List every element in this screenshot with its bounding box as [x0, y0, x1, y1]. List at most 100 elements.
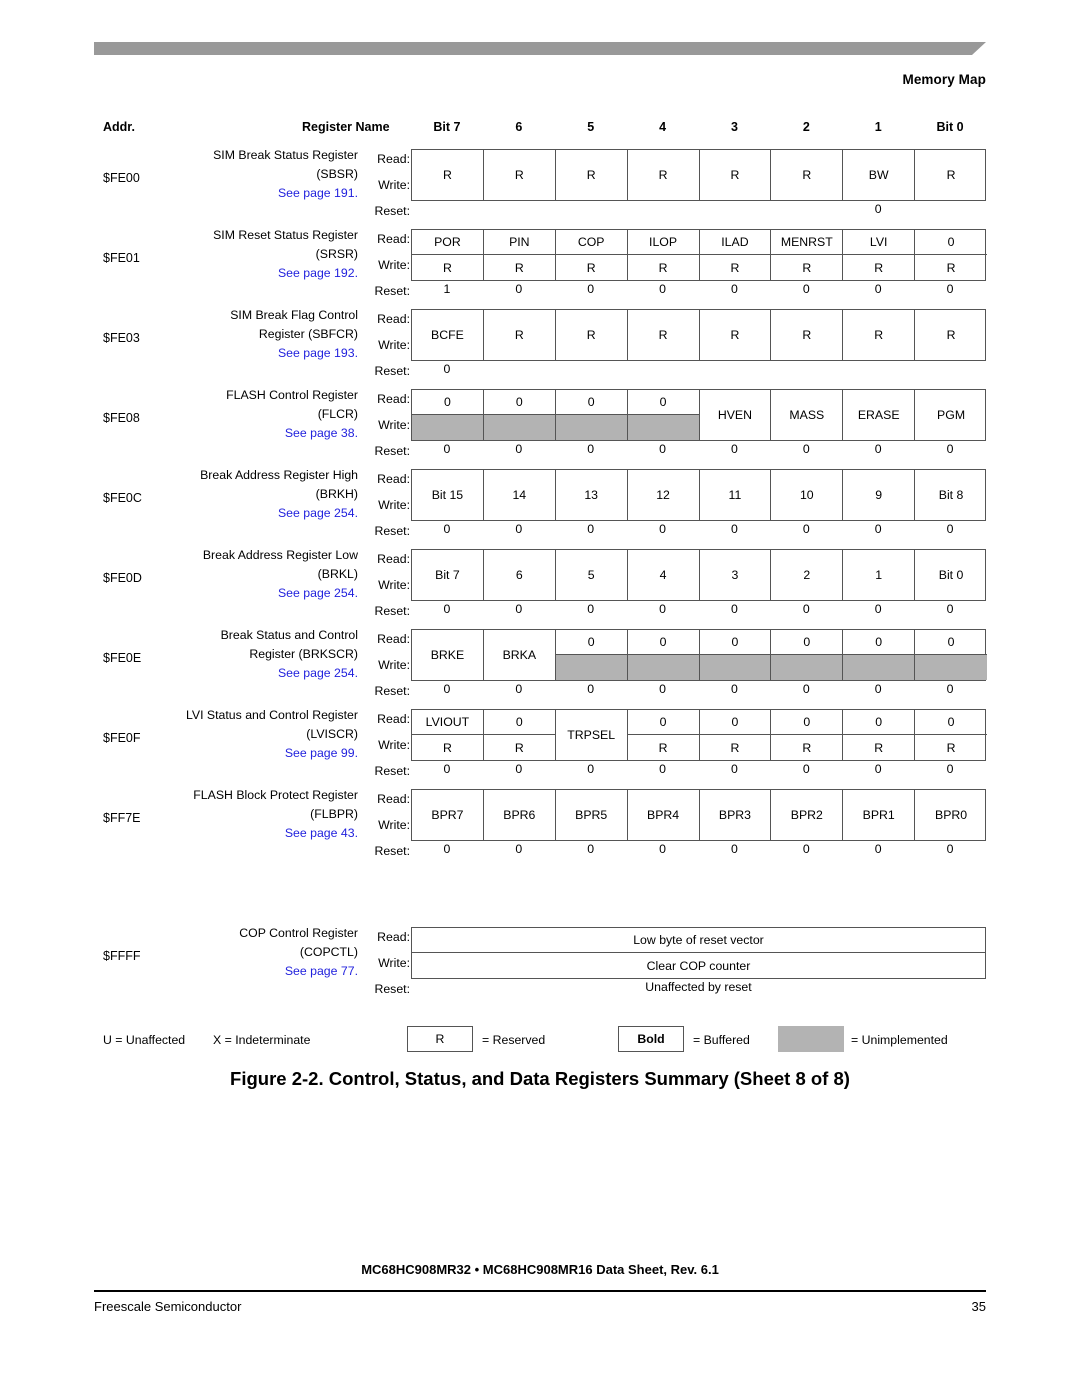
see-page-link[interactable]: See page 193. — [174, 344, 358, 363]
bit-cell: 0 — [627, 630, 700, 680]
bit-cell: 13 — [556, 470, 628, 520]
read-value: POR — [412, 230, 483, 255]
bit-cell: R — [915, 150, 987, 200]
reset-values: 0 0 0 0 0 0 0 0 — [411, 842, 986, 862]
see-page-link[interactable]: See page 192. — [174, 264, 358, 283]
bit-value: 4 — [659, 568, 667, 582]
reset-value: 0 — [946, 762, 954, 776]
bit-cell: 0R — [771, 710, 844, 760]
register-name-line2: (SRSR) — [315, 247, 358, 261]
bit-cell: R — [700, 150, 772, 200]
register-name-line2: (FLCR) — [317, 407, 358, 421]
bit-value: R — [802, 168, 812, 182]
reset-value — [770, 362, 842, 382]
table-gap — [94, 860, 986, 918]
register-name-line1: FLASH Control Register — [226, 388, 358, 402]
col-header-bit-5: 5 — [587, 120, 595, 134]
register-row: $FE00 SIM Break Status Register (SBSR) S… — [94, 140, 986, 220]
reset-value: 0 — [659, 682, 666, 696]
bit-cell: BPR0 — [915, 790, 987, 840]
bit-grid: BPR7 BPR6 BPR5 BPR4 BPR3 BPR2 BPR1 BPR0 — [411, 789, 986, 841]
col-header-bits: Bit 7 6 5 4 3 2 1 Bit 0 — [411, 120, 986, 134]
bit-value: Bit 8 — [938, 488, 964, 502]
bit-cell: BPR3 — [700, 790, 772, 840]
bit-value: R — [730, 168, 740, 182]
register-name: Break Status and Control Register (BRKSC… — [174, 626, 358, 683]
bit-value: ERASE — [857, 408, 900, 422]
reset-value: 0 — [731, 602, 738, 616]
reset-value: 0 — [874, 762, 882, 776]
bit-cell: 4 — [628, 550, 700, 600]
bit-value: R — [802, 328, 812, 342]
bit-value: 2 — [803, 568, 811, 582]
reset-value — [555, 202, 627, 222]
see-page-link[interactable]: See page 99. — [174, 744, 358, 763]
write-label: Write: — [378, 178, 410, 192]
bit-cell: 11 — [700, 470, 772, 520]
register-name: SIM Break Status Register (SBSR) See pag… — [174, 146, 358, 203]
read-value: 0 — [627, 630, 699, 655]
bit-cell: 1 — [843, 550, 916, 600]
see-page-link[interactable]: See page 191. — [174, 184, 358, 203]
bit-cell: Bit 15 — [412, 470, 484, 520]
reset-label: Reset: — [374, 364, 410, 378]
reset-value: 0 — [946, 842, 954, 856]
bit-cell: 0 — [915, 630, 987, 680]
legend-buffered-box: Bold — [618, 1026, 684, 1052]
bit-grid: BCFE R R R R R R R — [411, 309, 986, 361]
bit-cell: R — [915, 310, 987, 360]
see-page-link[interactable]: See page 254. — [174, 584, 358, 603]
reset-value: 0 — [731, 522, 738, 536]
bit-cell: BPR2 — [771, 790, 844, 840]
read-label: Read: — [377, 152, 410, 166]
reset-value: 0 — [443, 762, 451, 776]
read-value: 0 — [555, 390, 627, 415]
bit-cell: Bit 8 — [915, 470, 987, 520]
reset-values: 0 — [411, 202, 986, 222]
bit-value: 13 — [584, 488, 599, 502]
reset-value — [914, 202, 986, 222]
see-page-link[interactable]: See page 254. — [174, 504, 358, 523]
footer-company: Freescale Semiconductor — [94, 1299, 242, 1314]
reset-value: 0 — [659, 602, 666, 616]
write-value: R — [946, 260, 956, 275]
reset-value: 0 — [802, 682, 810, 696]
bit-value: R — [658, 168, 668, 182]
bit-cell: 0R — [699, 710, 772, 760]
legend: U = Unaffected X = Indeterminate R = Res… — [94, 1026, 986, 1056]
reset-value — [555, 362, 627, 382]
register-address: $FE01 — [103, 251, 140, 265]
col-header-bit-6: 6 — [515, 120, 523, 134]
read-label: Read: — [377, 392, 410, 406]
read-value: 0 — [771, 630, 843, 655]
bit-cell: 0 — [412, 390, 484, 440]
unimplemented-write-cell — [843, 655, 915, 680]
register-row: $FE0D Break Address Register Low (BRKL) … — [94, 540, 986, 620]
write-label: Write: — [378, 498, 410, 512]
write-value: R — [874, 740, 884, 755]
reset-value: 0 — [731, 842, 738, 856]
reset-value: 0 — [946, 522, 954, 536]
bit-cell: 3 — [700, 550, 772, 600]
reset-value: 0 — [731, 282, 738, 296]
bit-value: 10 — [799, 488, 814, 502]
bit-value: 5 — [587, 568, 595, 582]
footer-divider — [94, 1290, 986, 1293]
bit-cell: BPR7 — [412, 790, 484, 840]
reset-value: 0 — [587, 762, 595, 776]
see-page-link[interactable]: See page 254. — [174, 664, 358, 683]
bit-grid: LVIOUT R 0R TRPSEL 0R 0R 0R 0R 0R — [411, 709, 987, 761]
document-page: Memory Map Addr. Register Name Bit 7 6 5… — [0, 0, 1080, 1397]
see-page-link[interactable]: See page 38. — [174, 424, 358, 443]
register-name-line2: Register (SBFCR) — [258, 327, 358, 341]
see-page-link[interactable]: See page 43. — [174, 824, 358, 843]
reset-label: Reset: — [374, 524, 410, 538]
reset-value: 0 — [443, 602, 451, 616]
bit-value: R — [946, 168, 956, 182]
see-page-link[interactable]: See page 77. — [174, 962, 358, 981]
bit-cell: 14 — [484, 470, 556, 520]
register-address: $FF7E — [103, 811, 141, 825]
bit-value: 6 — [515, 568, 523, 582]
register-name-line2: (BRKL) — [317, 567, 358, 581]
read-label: Read: — [377, 712, 410, 726]
